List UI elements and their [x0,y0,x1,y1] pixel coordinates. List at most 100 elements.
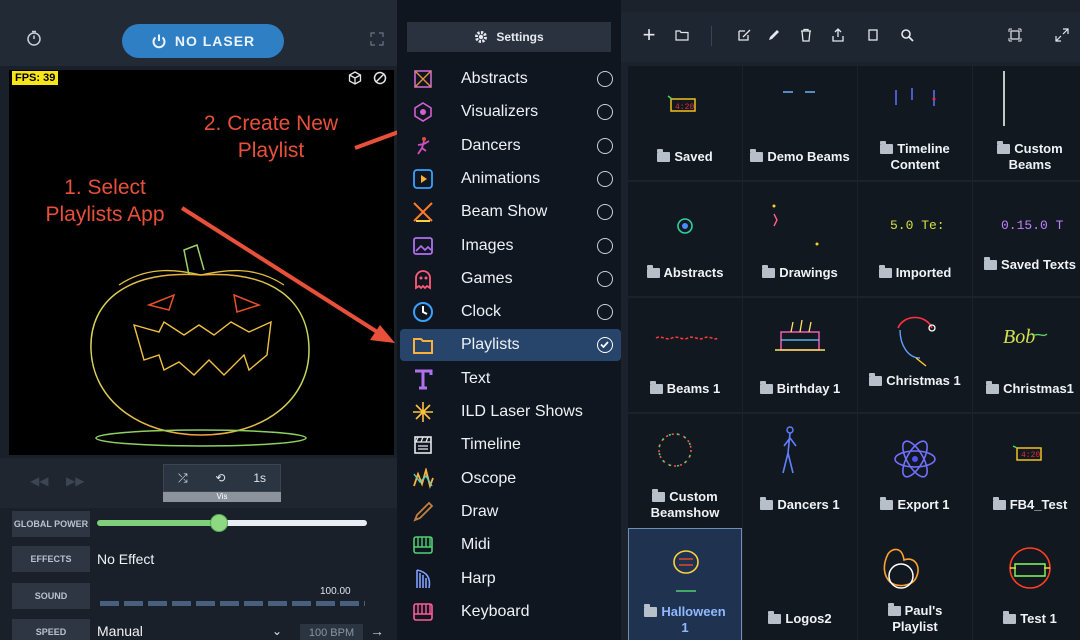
playlist-tile-christmas-1[interactable]: Christmas 1 [858,298,972,412]
playlist-tile-imported[interactable]: 5.0 Te: Imported [858,182,972,296]
playlist-tile-halloween-1[interactable]: Halloween 1 [628,528,742,640]
app-item-oscope[interactable]: Oscope [400,463,621,495]
sound-level-bars[interactable] [100,601,365,606]
expand-icon[interactable] [1053,26,1071,44]
app-item-visualizers[interactable]: Visualizers [400,96,621,128]
export-icon[interactable] [829,26,847,44]
folder-icon [887,603,901,616]
gear-icon [475,31,488,43]
playback-mode-box[interactable]: ⤮ ⟲ 1s [163,464,281,492]
playlist-tile-timeline-content[interactable]: Timeline Content [858,66,972,180]
playlist-tile-abstracts[interactable]: Abstracts [628,182,742,296]
tile-label-text: Abstracts [663,265,724,280]
stopwatch-icon[interactable] [26,30,42,46]
app-item-harp[interactable]: Harp [400,563,621,595]
tile-label: Demo Beams [743,148,857,165]
checked-radio-icon[interactable] [597,337,613,354]
tile-thumbnail [1009,547,1051,589]
radio-button[interactable] [597,237,613,254]
playlist-tile-birthday-1[interactable]: Birthday 1 [743,298,857,412]
app-item-label: Visualizers [461,103,539,121]
global-power-slider[interactable] [97,520,367,526]
app-item-clock[interactable]: Clock [400,296,621,328]
speed-value[interactable]: Manual [97,623,143,639]
playlist-tile-custom-beams[interactable]: Custom Beams [973,66,1080,180]
fit-view-icon[interactable] [1006,26,1024,44]
app-item-label: Keyboard [461,602,530,620]
radio-button[interactable] [597,137,613,154]
app-item-dancers[interactable]: Dancers [400,130,621,162]
folder-icon[interactable] [673,26,691,44]
app-item-timeline[interactable]: Timeline [400,429,621,461]
radio-button[interactable] [597,270,613,287]
playlist-tile-dancers-1[interactable]: Dancers 1 [743,414,857,528]
app-item-draw[interactable]: Draw [400,496,621,528]
app-item-animations[interactable]: Animations [400,163,621,195]
tile-thumbnail [883,548,919,589]
playlist-tile-paul-s-playlist[interactable]: Paul's Playlist [858,528,972,640]
copy-icon[interactable] [864,26,882,44]
app-item-playlists[interactable]: Playlists [400,329,621,362]
playlist-tile-beams-1[interactable]: Beams 1 [628,298,742,412]
annotation-select-playlists: 1. Select Playlists App [45,176,165,226]
animations-icon [412,168,434,190]
playlist-tile-custom-beamshow[interactable]: Custom Beamshow [628,414,742,528]
playlist-tile-saved[interactable]: 4:20 Saved [628,66,742,180]
playlist-tile-drawings[interactable]: Drawings [743,182,857,296]
cube-icon[interactable] [348,71,362,85]
tile-label-text: Test 1 [1020,611,1057,626]
fullscreen-icon[interactable] [370,32,384,46]
tile-label-text: Logos2 [785,611,832,626]
radio-button[interactable] [597,104,613,121]
edit-box-icon[interactable] [735,26,753,44]
add-icon[interactable]: + [640,22,658,47]
radio-button[interactable] [597,204,613,221]
radio-button[interactable] [597,304,613,321]
annotation-create-playlist: 2. Create New Playlist [203,112,339,162]
folder-icon [760,497,774,510]
app-item-midi[interactable]: Midi [400,529,621,561]
app-item-games[interactable]: Games [400,263,621,295]
midi-icon [412,534,434,556]
app-item-abstracts[interactable]: Abstracts [400,63,621,95]
pencil-icon[interactable] [765,26,783,44]
tile-label-text: Saved Texts [1001,257,1076,272]
trash-icon[interactable] [797,26,815,44]
disable-icon[interactable] [373,71,387,85]
repeat-icon[interactable]: ⟲ [215,471,225,485]
playlist-tile-christmas1[interactable]: Bob Christmas1 [973,298,1080,412]
previous-icon[interactable]: ◀◀ [30,474,48,488]
app-item-beam-show[interactable]: Beam Show [400,196,621,228]
effects-value[interactable]: No Effect [97,551,154,567]
settings-button[interactable]: Settings [407,22,611,52]
beam-show-icon [412,201,434,223]
sound-label: SOUND [12,583,90,609]
playlist-tile-demo-beams[interactable]: Demo Beams [743,66,857,180]
bpm-field[interactable]: 100 BPM [300,624,363,640]
arrow-right-icon[interactable]: → [370,623,384,639]
loop-time[interactable]: 1s [253,471,266,485]
app-item-text[interactable]: Text [400,363,621,395]
laser-power-button[interactable]: NO LASER [122,24,284,58]
playlist-tile-saved-texts[interactable]: 0.15.0 T Saved Texts [973,182,1080,296]
svg-text:4:20: 4:20 [675,103,694,112]
ild-icon [412,401,434,423]
radio-button[interactable] [597,170,613,187]
playlist-tile-logos2[interactable]: Logos2 [743,528,857,640]
tile-label-text: Birthday 1 [776,381,841,396]
playlist-tile-fb4-test[interactable]: 4:20 FB4_Test [973,414,1080,528]
playlist-tile-test-1[interactable]: Test 1 [973,528,1080,640]
chevron-down-icon[interactable]: ⌄ [272,624,282,638]
next-icon[interactable]: ▶▶ [66,474,84,488]
tile-label-text: Demo Beams [767,149,850,164]
playlist-tile-export-1[interactable]: Export 1 [858,414,972,528]
tile-label: FB4_Test [973,496,1080,513]
radio-button[interactable] [597,71,613,87]
shuffle-icon[interactable]: ⤮ [178,471,188,486]
app-item-ild-laser-shows[interactable]: ILD Laser Shows [400,396,621,428]
tile-label: Timeline Content [858,141,972,173]
app-item-keyboard[interactable]: Keyboard [400,596,621,628]
search-icon[interactable] [898,26,916,44]
global-power-slider-thumb[interactable] [209,514,228,532]
app-item-images[interactable]: Images [400,230,621,262]
